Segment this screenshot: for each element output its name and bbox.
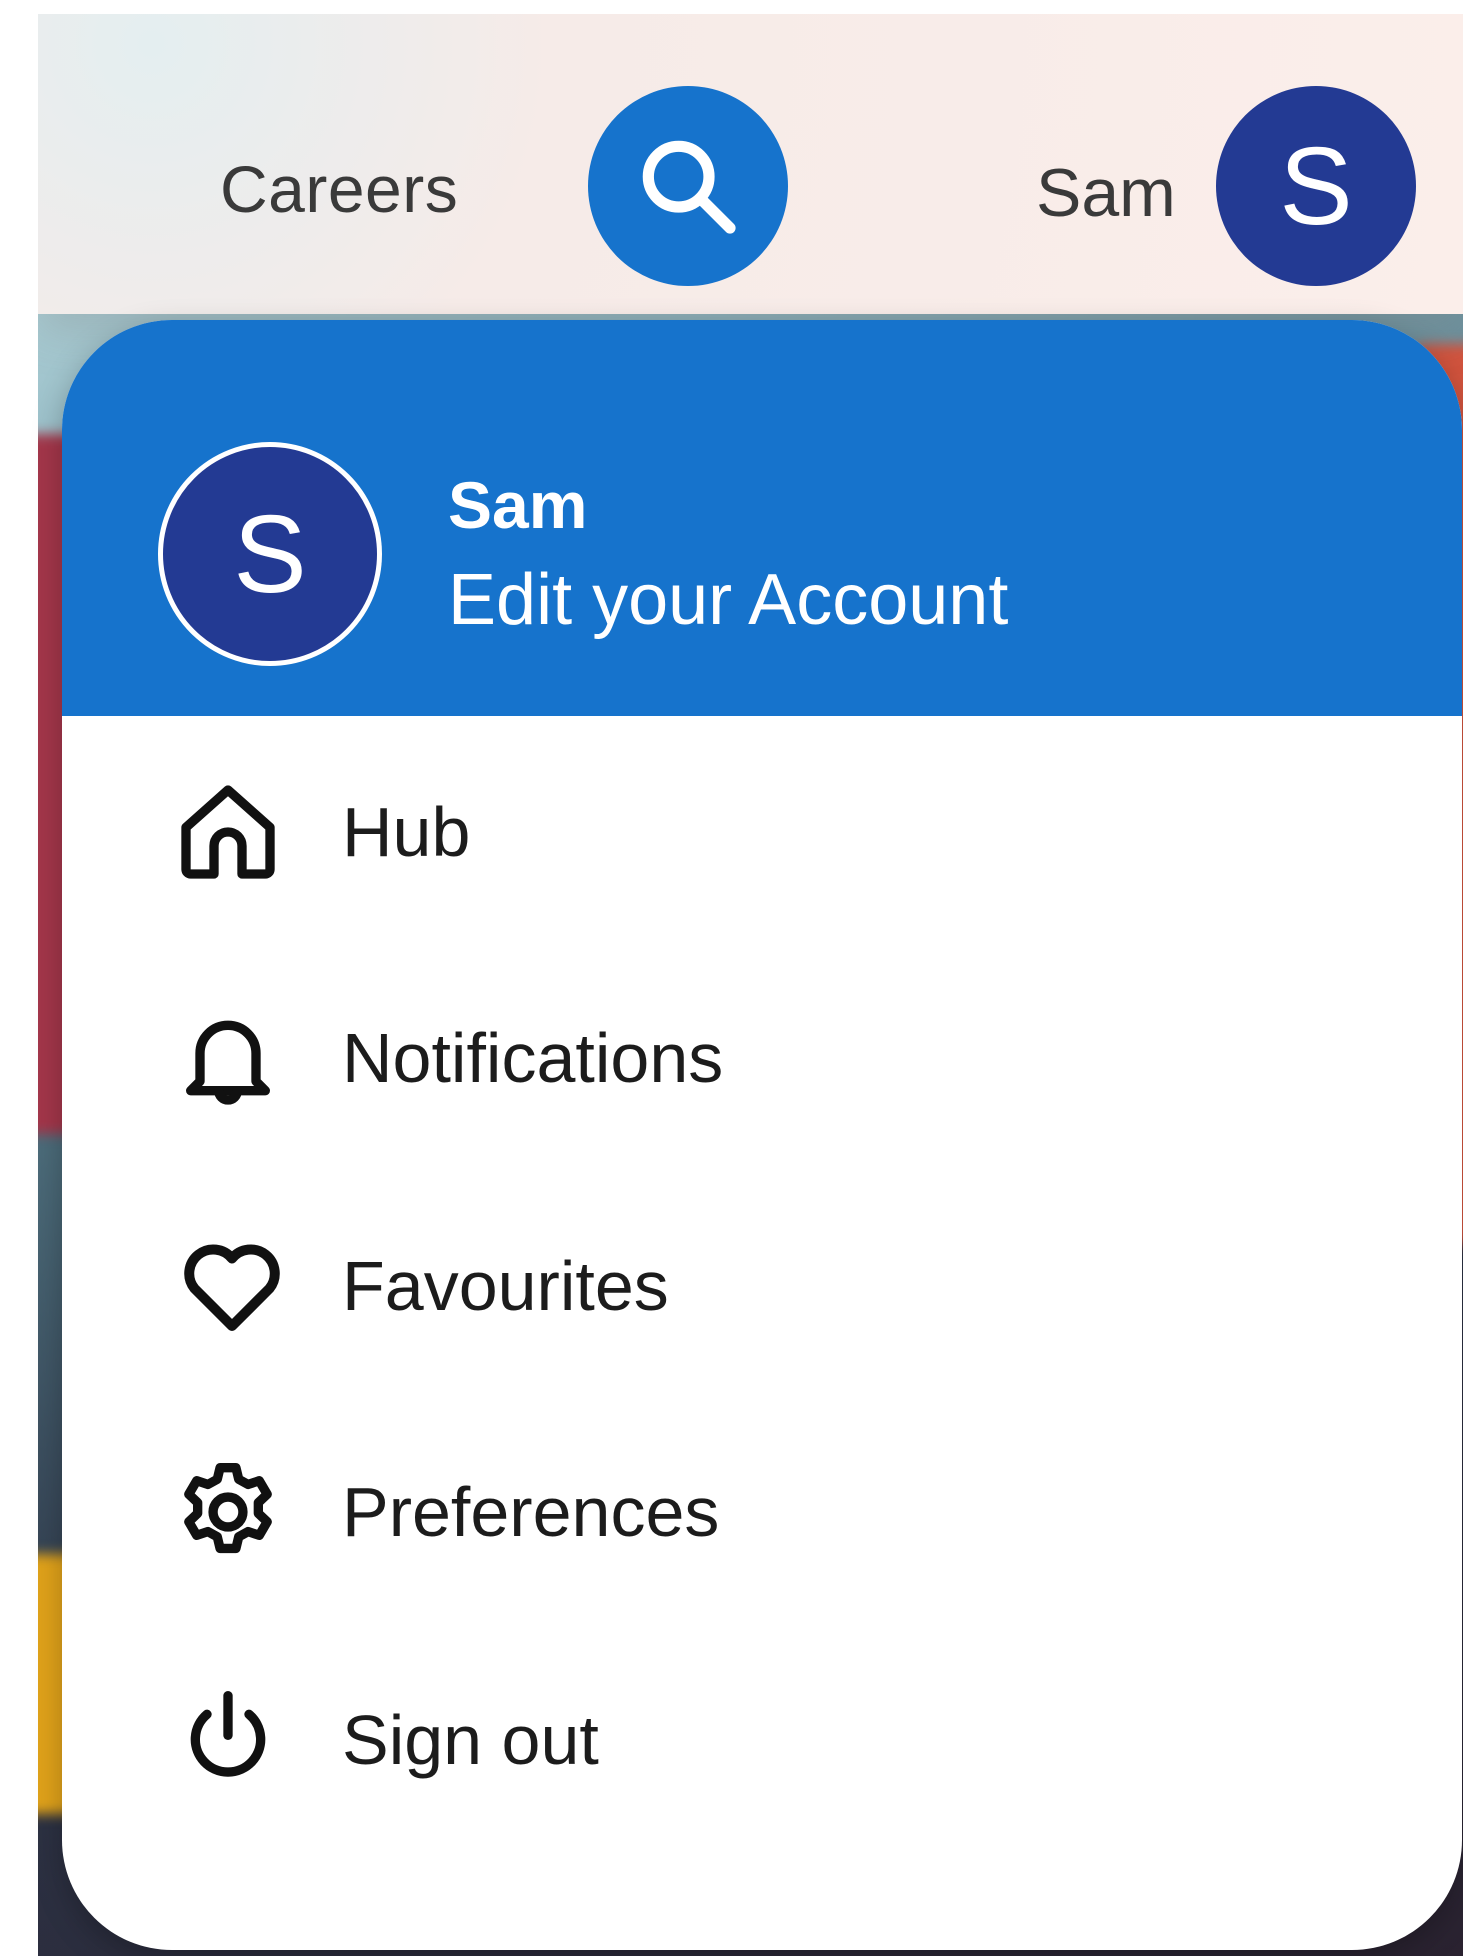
header-username[interactable]: Sam [1036, 158, 1176, 228]
header-avatar[interactable]: S [1216, 86, 1416, 286]
menu-item-sign-out[interactable]: Sign out [172, 1670, 1372, 1810]
menu-user-name: Sam [448, 468, 588, 542]
menu-item-label: Hub [342, 793, 471, 871]
nav-link-careers[interactable]: Careers [220, 154, 458, 224]
site-header: Careers Sam S [38, 14, 1463, 314]
bell-icon [172, 998, 292, 1118]
menu-item-label: Preferences [342, 1473, 720, 1551]
account-dropdown-menu: S Sam Edit your Account Hub Notification… [62, 320, 1462, 1950]
menu-item-label: Sign out [342, 1701, 599, 1779]
power-icon [172, 1680, 292, 1800]
menu-account-header[interactable]: S Sam Edit your Account [62, 320, 1462, 716]
search-button[interactable] [588, 86, 788, 286]
menu-item-hub[interactable]: Hub [172, 762, 1372, 902]
edit-account-link[interactable]: Edit your Account [448, 560, 1008, 640]
gear-icon [172, 1452, 292, 1572]
home-icon [172, 772, 292, 892]
heart-icon [172, 1226, 292, 1346]
menu-item-preferences[interactable]: Preferences [172, 1442, 1372, 1582]
menu-item-label: Favourites [342, 1247, 669, 1325]
menu-item-favourites[interactable]: Favourites [172, 1216, 1372, 1356]
menu-item-notifications[interactable]: Notifications [172, 988, 1372, 1128]
menu-item-label: Notifications [342, 1019, 724, 1097]
menu-avatar: S [158, 442, 382, 666]
search-icon [642, 140, 736, 234]
